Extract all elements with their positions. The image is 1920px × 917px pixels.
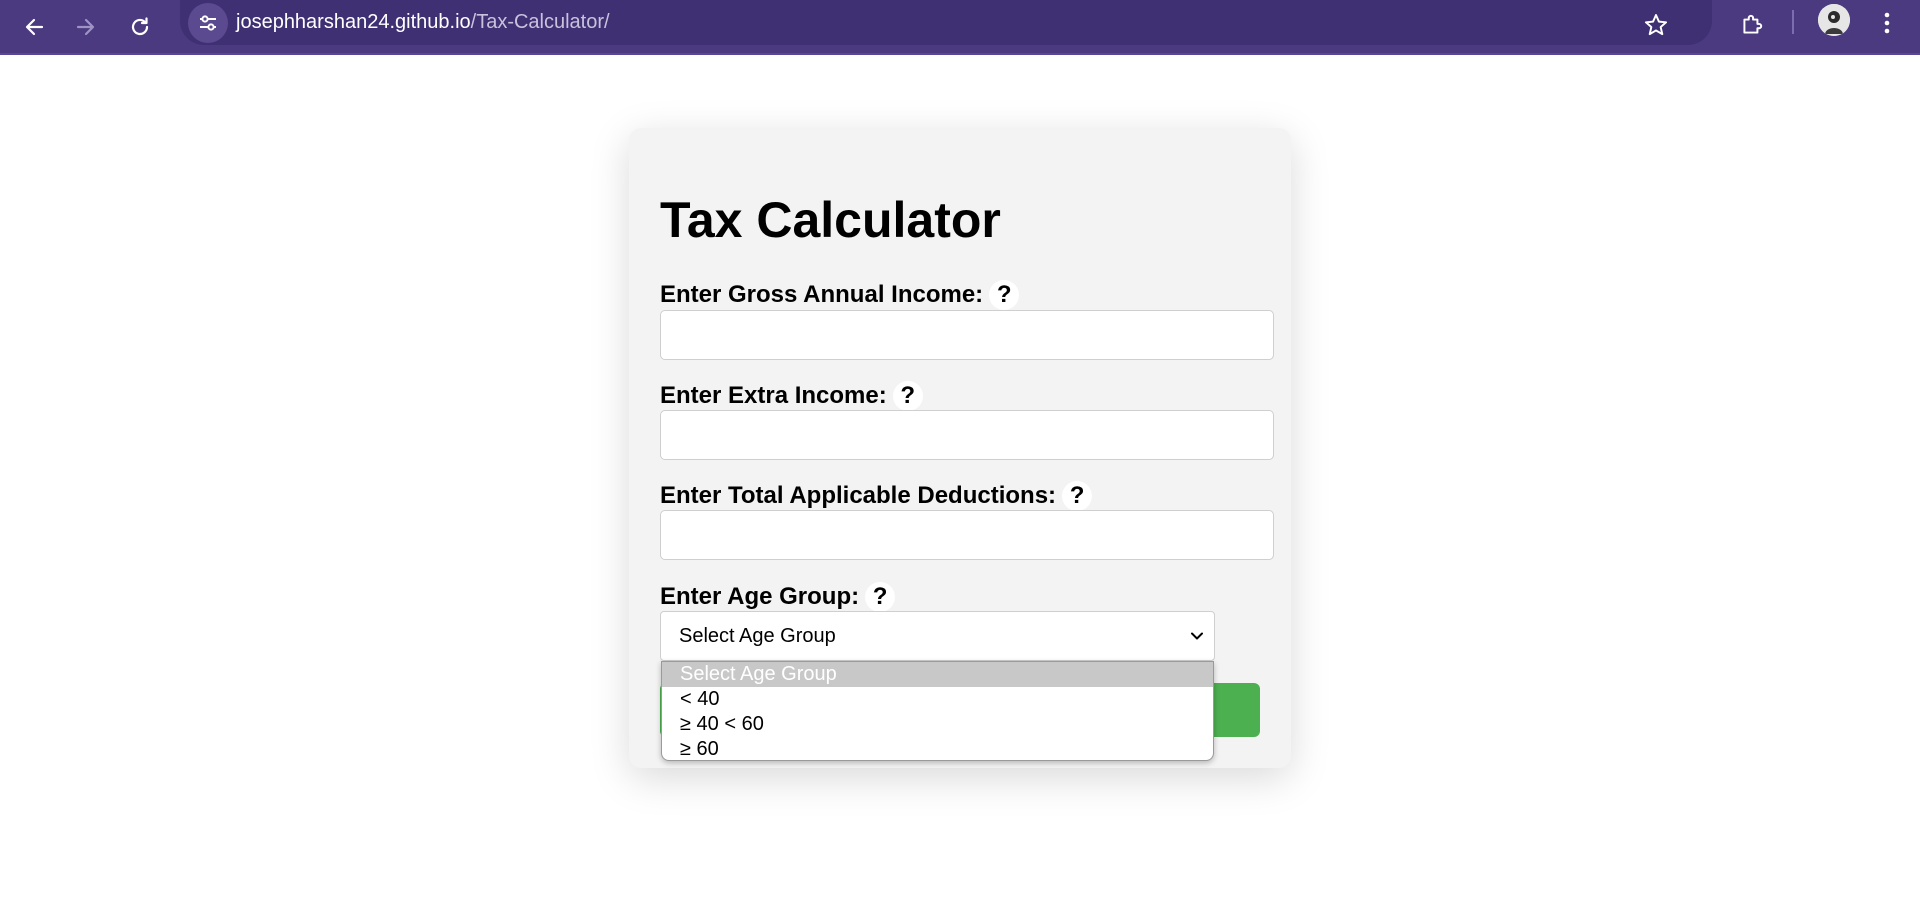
gross-income-label: Enter Gross Annual Income: ?: [660, 280, 1020, 310]
deductions-label-text: Enter Total Applicable Deductions:: [660, 482, 1057, 509]
back-arrow-icon: [25, 18, 44, 36]
extra-income-label-text: Enter Extra Income:: [660, 382, 887, 409]
age-group-dropdown: Select Age Group < 40 ≥ 40 < 60 ≥ 60: [661, 661, 1214, 761]
forward-arrow-icon: [76, 18, 95, 36]
bookmark-button[interactable]: [1636, 7, 1676, 43]
url-path: /Tax-Calculator/: [470, 11, 610, 33]
tune-icon: [200, 15, 216, 31]
age-group-help-icon[interactable]: ?: [865, 582, 896, 612]
gross-income-label-text: Enter Gross Annual Income:: [660, 281, 984, 308]
age-group-select[interactable]: Select Age Group: [660, 611, 1215, 661]
age-group-label: Enter Age Group: ?: [660, 582, 896, 612]
gross-income-input[interactable]: [660, 310, 1274, 360]
age-option-40-to-60[interactable]: ≥ 40 < 60: [662, 712, 1213, 737]
forward-button[interactable]: [66, 7, 106, 47]
site-info-button[interactable]: [188, 3, 228, 43]
extra-income-label: Enter Extra Income: ?: [660, 381, 923, 411]
star-icon: [1644, 14, 1668, 36]
deductions-label: Enter Total Applicable Deductions: ?: [660, 481, 1093, 511]
age-option-select-age-group[interactable]: Select Age Group: [662, 662, 1213, 687]
extra-income-help-icon[interactable]: ?: [892, 381, 923, 411]
toolbar-divider: [1792, 10, 1794, 34]
extensions-button[interactable]: [1732, 5, 1772, 45]
age-group-label-text: Enter Age Group:: [660, 583, 860, 610]
puzzle-icon: [1743, 14, 1763, 34]
back-button[interactable]: [14, 7, 54, 47]
avatar-icon: [1818, 4, 1850, 36]
profile-avatar[interactable]: [1818, 4, 1850, 36]
age-option-60-plus[interactable]: ≥ 60: [662, 737, 1213, 760]
age-group-selected-value: Select Age Group: [679, 624, 836, 647]
url-host: josephharshan24.github.io: [236, 11, 471, 33]
browser-toolbar: josephharshan24.github.io/Tax-Calculator…: [0, 0, 1920, 55]
browser-menu-button[interactable]: [1872, 5, 1902, 41]
deductions-help-icon[interactable]: ?: [1062, 481, 1093, 511]
url-text[interactable]: josephharshan24.github.io/Tax-Calculator…: [236, 10, 610, 34]
gross-income-help-icon[interactable]: ?: [989, 280, 1020, 310]
address-bar[interactable]: josephharshan24.github.io/Tax-Calculator…: [180, 0, 1712, 45]
more-vert-icon: [1884, 12, 1890, 34]
page-title: Tax Calculator: [660, 192, 1001, 248]
reload-icon: [131, 17, 149, 36]
chevron-down-icon: [1191, 632, 1203, 640]
reload-button[interactable]: [120, 7, 160, 47]
deductions-input[interactable]: [660, 510, 1274, 560]
age-option-under-40[interactable]: < 40: [662, 687, 1213, 712]
extra-income-input[interactable]: [660, 410, 1274, 460]
